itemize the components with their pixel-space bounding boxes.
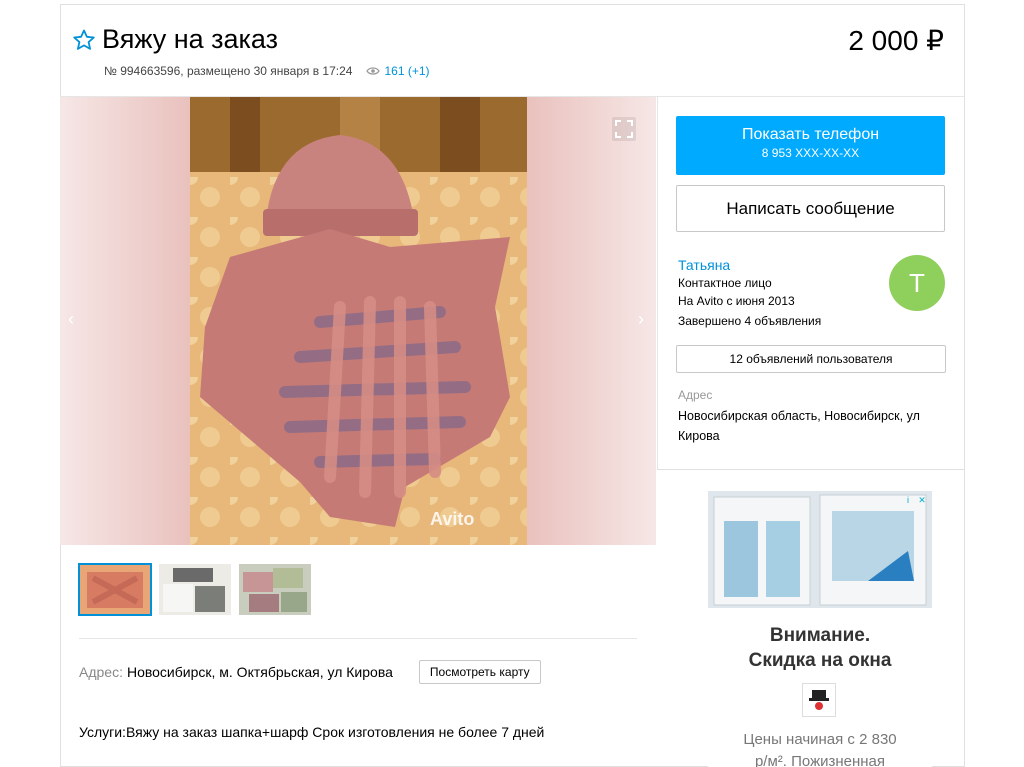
advertisement-banner[interactable]: i ✕ Внимание. Скидка на окна Цены начина… <box>708 491 932 767</box>
ad-info-controls: i ✕ <box>902 494 928 506</box>
ad-close-icon[interactable]: ✕ <box>916 494 928 506</box>
views-counter[interactable]: 161 (+1) <box>366 64 430 78</box>
gallery-blur-left <box>60 97 190 545</box>
fullscreen-icon[interactable] <box>612 117 636 141</box>
seller-completed: Завершено 4 объявления <box>678 314 822 328</box>
ad-text-line2: р/м². Пожизненная <box>754 753 886 767</box>
sidebar-address-value: Новосибирская область, Новосибирск, ул К… <box>678 409 920 443</box>
main-photo[interactable] <box>190 97 527 545</box>
eye-icon <box>366 67 381 75</box>
thumbnail-strip <box>78 563 311 616</box>
ad-text: Цены начиная с 2 830 р/м². Пожизненная <box>708 729 932 767</box>
sidebar-address-label: Адрес <box>678 388 713 402</box>
thumbnail-1[interactable] <box>78 563 152 616</box>
user-listings-button[interactable]: 12 объявлений пользователя <box>676 345 946 373</box>
ad-text-line1: Цены начиная с 2 830 <box>743 731 897 748</box>
ad-title: Внимание. Скидка на окна <box>708 623 932 673</box>
seller-name-link[interactable]: Татьяна <box>678 257 730 273</box>
ad-brand-logo-icon <box>802 683 836 717</box>
phone-number-masked: 8 953 XXX-XX-XX <box>761 146 860 160</box>
listing-meta: № 994663596, размещено 30 января в 17:24… <box>104 64 430 78</box>
seller-since: На Avito с июня 2013 <box>678 294 795 308</box>
gallery-prev-arrow[interactable]: ‹ <box>68 309 74 330</box>
show-phone-label: Показать телефон <box>741 126 880 143</box>
show-phone-button[interactable]: Показать телефон 8 953 XXX-XX-XX <box>676 116 945 175</box>
views-count: 161 (+1) <box>384 64 430 78</box>
avatar[interactable]: Т <box>889 255 945 311</box>
listing-number-date: № 994663596, размещено 30 января в 17:24 <box>104 64 353 78</box>
ad-title-line2: Скидка на окна <box>748 650 892 671</box>
listing-price: 2 000 ₽ <box>848 25 944 56</box>
write-message-button[interactable]: Написать сообщение <box>676 185 945 232</box>
ad-info-icon[interactable]: i <box>902 494 914 506</box>
star-favorite-icon[interactable] <box>72 28 96 52</box>
details-divider <box>79 638 637 639</box>
listing-page: Вяжу на заказ 2 000 ₽ № 994663596, разме… <box>0 0 1024 767</box>
gallery-blur-right <box>526 97 656 545</box>
photo-gallery[interactable]: ‹ › Avito <box>60 97 656 545</box>
seller-role: Контактное лицо <box>678 276 772 290</box>
avito-watermark: Avito <box>430 509 475 529</box>
ad-title-line1: Внимание. <box>769 625 871 646</box>
address-value: Новосибирск, м. Октябрьская, ул Кирова <box>126 664 393 680</box>
listing-title: Вяжу на заказ <box>102 24 279 54</box>
thumbnail-3[interactable] <box>239 564 311 615</box>
services-description: Услуги:Вяжу на заказ шапка+шарф Срок изг… <box>79 724 545 740</box>
address-label: Адрес: <box>79 664 123 680</box>
ad-windows-photo[interactable] <box>708 491 932 608</box>
show-map-button[interactable]: Посмотреть карту <box>418 660 541 684</box>
gallery-next-arrow[interactable]: › <box>638 309 644 330</box>
thumbnail-2[interactable] <box>159 564 231 615</box>
address-row: Адрес: Новосибирск, м. Октябрьская, ул К… <box>79 660 541 684</box>
title-row: Вяжу на заказ <box>72 24 278 55</box>
